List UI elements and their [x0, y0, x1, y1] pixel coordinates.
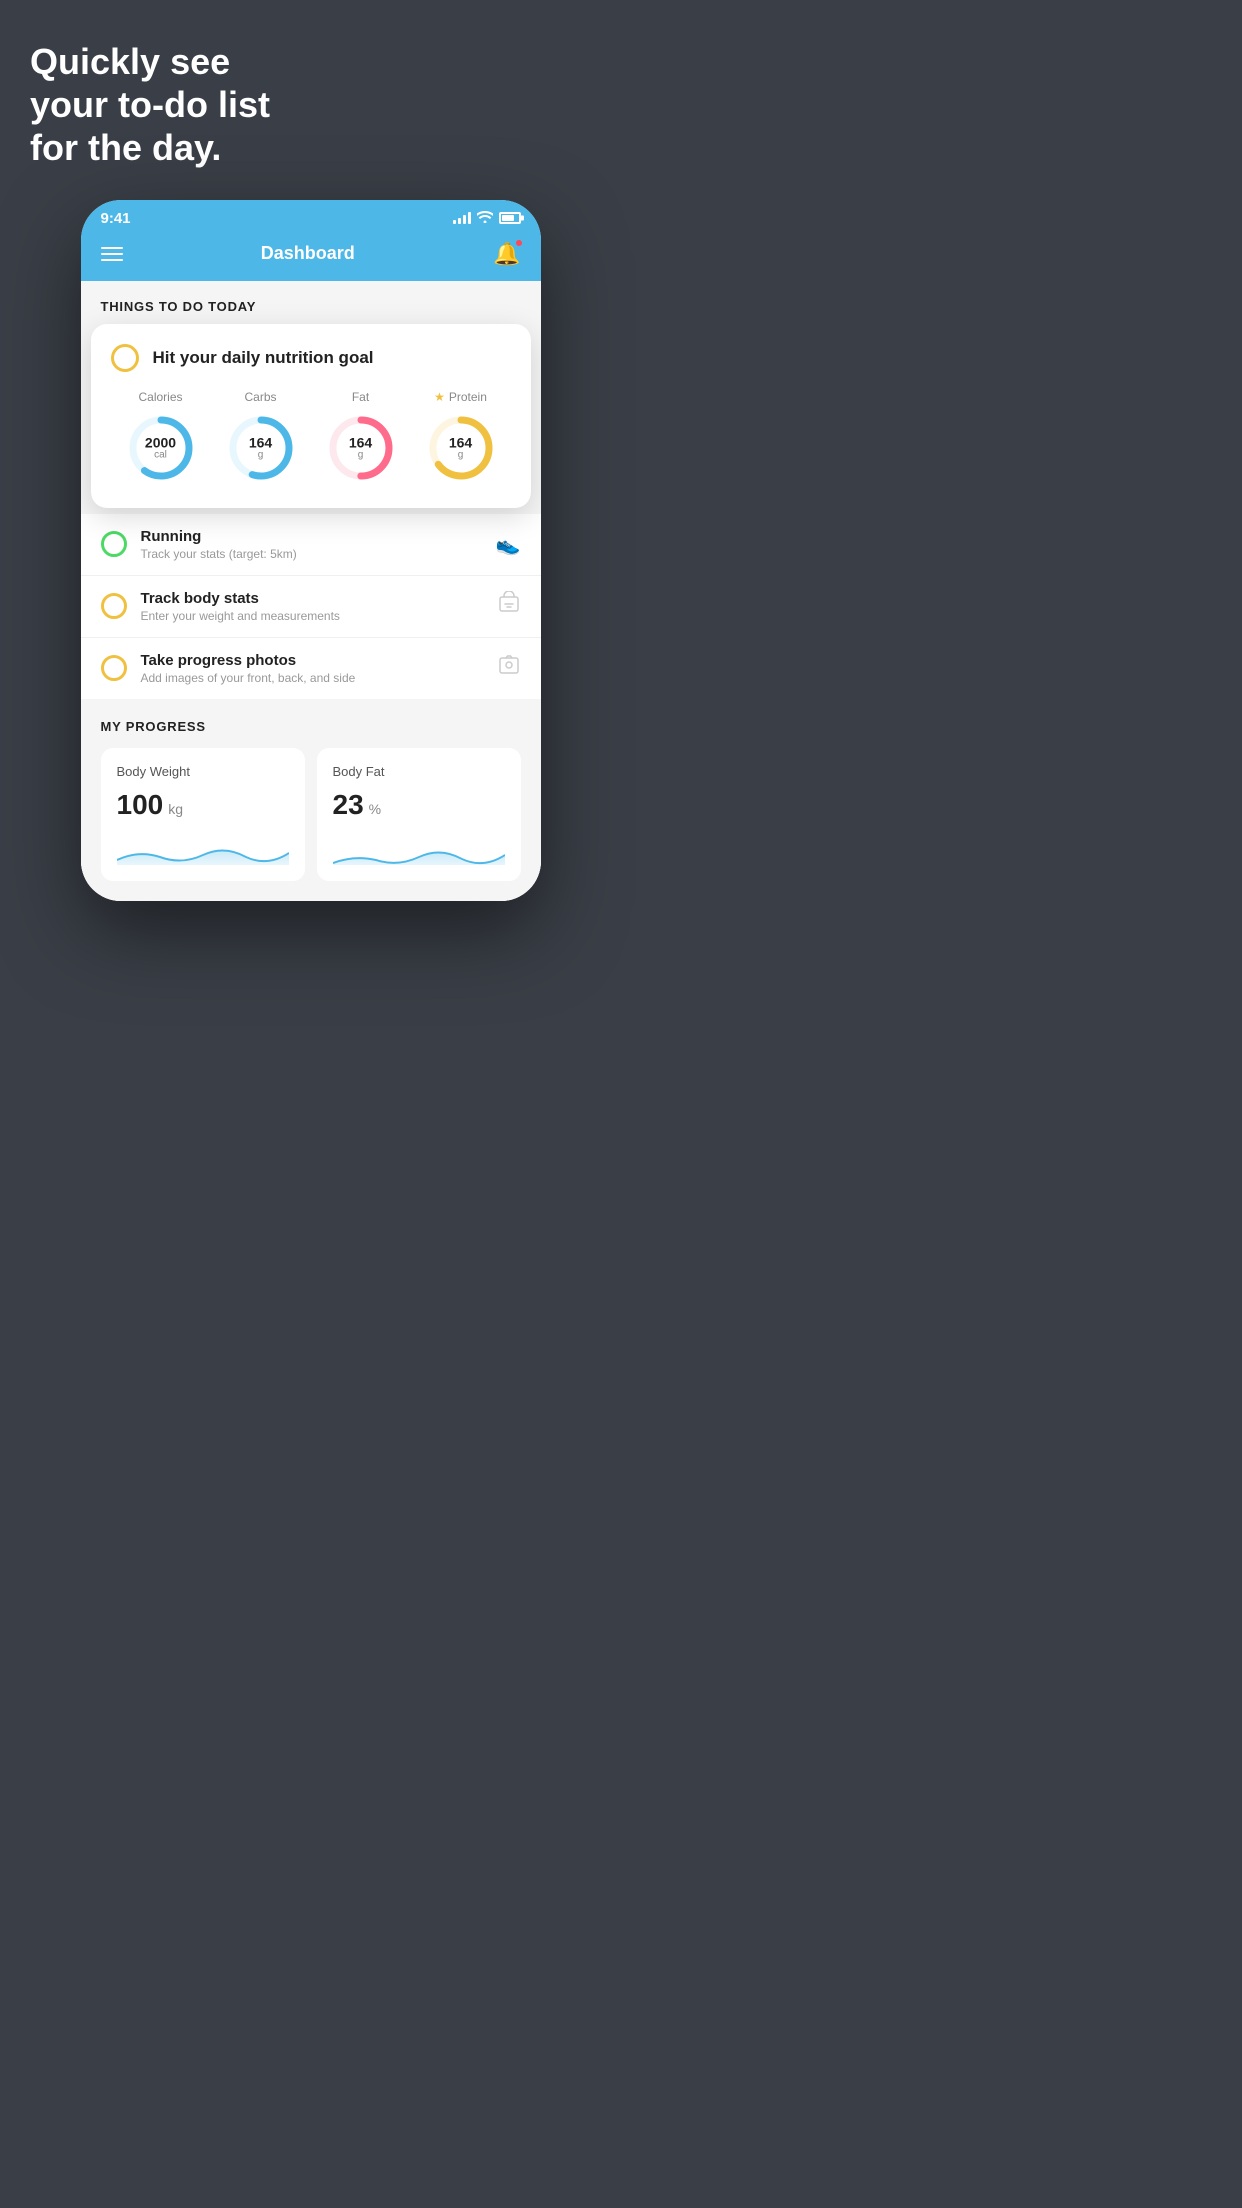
- phone-mockup: 9:41 Dashboard 🔔: [81, 200, 541, 901]
- nutrition-item-protein: ★ Protein 164 g: [425, 390, 497, 484]
- card-title-row: Hit your daily nutrition goal: [111, 344, 511, 372]
- body-fat-card: Body Fat 23 %: [317, 748, 521, 881]
- carbs-label: Carbs: [244, 390, 276, 404]
- hero-title: Quickly see your to-do list for the day.: [30, 40, 270, 170]
- things-to-do-heading: THINGS TO DO TODAY: [81, 281, 541, 324]
- body-weight-title: Body Weight: [117, 764, 289, 779]
- nutrition-card-title: Hit your daily nutrition goal: [153, 348, 374, 368]
- scale-icon: [497, 591, 521, 621]
- wifi-icon: [477, 211, 493, 226]
- nutrition-card: Hit your daily nutrition goal Calories: [91, 324, 531, 508]
- todo-item-running[interactable]: Running Track your stats (target: 5km) 👟: [81, 514, 541, 576]
- calories-label: Calories: [138, 390, 182, 404]
- phone-content: THINGS TO DO TODAY Hit your daily nutrit…: [81, 281, 541, 901]
- todo-item-photos[interactable]: Take progress photos Add images of your …: [81, 638, 541, 699]
- nutrition-row: Calories 2000 cal: [111, 390, 511, 484]
- body-weight-chart: [117, 835, 289, 865]
- running-check-circle: [101, 531, 127, 557]
- nav-title: Dashboard: [261, 243, 355, 264]
- body-stats-text: Track body stats Enter your weight and m…: [141, 590, 483, 623]
- progress-cards: Body Weight 100 kg: [101, 748, 521, 901]
- body-stats-subtitle: Enter your weight and measurements: [141, 609, 483, 623]
- notification-badge: [515, 239, 523, 247]
- photos-title: Take progress photos: [141, 652, 483, 669]
- progress-heading: MY PROGRESS: [101, 719, 521, 734]
- running-title: Running: [141, 528, 482, 545]
- todo-item-body-stats[interactable]: Track body stats Enter your weight and m…: [81, 576, 541, 638]
- body-weight-value: 100 kg: [117, 789, 289, 821]
- running-subtitle: Track your stats (target: 5km): [141, 547, 482, 561]
- nutrition-item-fat: Fat 164 g: [325, 390, 397, 484]
- hero-section: Quickly see your to-do list for the day.: [0, 0, 300, 190]
- notification-button[interactable]: 🔔: [493, 241, 520, 267]
- protein-donut: 164 g: [425, 412, 497, 484]
- nav-bar: Dashboard 🔔: [81, 233, 541, 281]
- body-weight-number: 100: [117, 789, 164, 821]
- body-fat-title: Body Fat: [333, 764, 505, 779]
- battery-icon: [499, 212, 521, 224]
- calories-donut: 2000 cal: [125, 412, 197, 484]
- signal-icon: [453, 212, 471, 224]
- body-fat-chart: [333, 835, 505, 865]
- status-time: 9:41: [101, 210, 131, 227]
- nutrition-item-carbs: Carbs 164 g: [225, 390, 297, 484]
- photos-subtitle: Add images of your front, back, and side: [141, 671, 483, 685]
- menu-button[interactable]: [101, 247, 123, 261]
- body-fat-number: 23: [333, 789, 364, 821]
- photos-check-circle: [101, 655, 127, 681]
- protein-label: ★ Protein: [434, 390, 487, 404]
- todo-list: Running Track your stats (target: 5km) 👟…: [81, 514, 541, 699]
- fat-label: Fat: [352, 390, 369, 404]
- photo-icon: [497, 653, 521, 683]
- photos-text: Take progress photos Add images of your …: [141, 652, 483, 685]
- body-weight-card: Body Weight 100 kg: [101, 748, 305, 881]
- shoe-icon: 👟: [496, 532, 521, 557]
- progress-section: MY PROGRESS Body Weight 100 kg: [81, 699, 541, 901]
- body-fat-unit: %: [369, 801, 381, 817]
- body-stats-check-circle: [101, 593, 127, 619]
- fat-donut: 164 g: [325, 412, 397, 484]
- status-bar: 9:41: [81, 200, 541, 233]
- nutrition-item-calories: Calories 2000 cal: [125, 390, 197, 484]
- carbs-donut: 164 g: [225, 412, 297, 484]
- body-fat-value: 23 %: [333, 789, 505, 821]
- body-stats-title: Track body stats: [141, 590, 483, 607]
- protein-star-icon: ★: [434, 390, 445, 404]
- running-text: Running Track your stats (target: 5km): [141, 528, 482, 561]
- status-icons: [453, 211, 521, 226]
- body-weight-unit: kg: [168, 801, 183, 817]
- nutrition-check-circle: [111, 344, 139, 372]
